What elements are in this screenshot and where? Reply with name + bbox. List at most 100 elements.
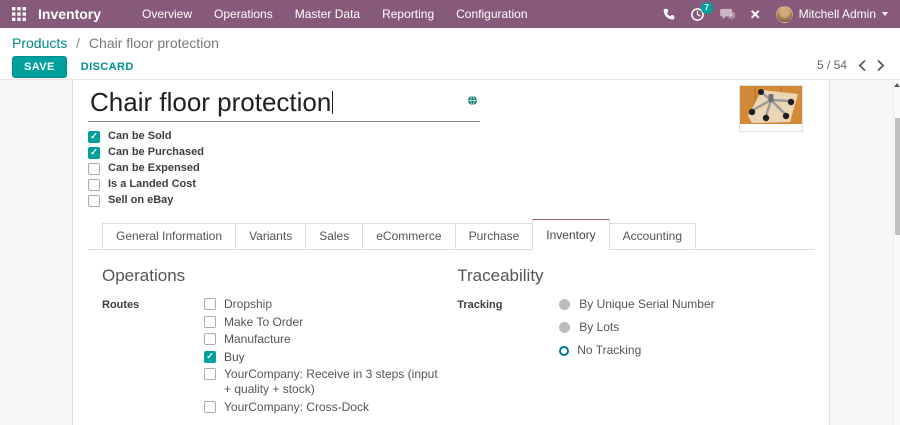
product-flag-row[interactable]: Can be Expensed xyxy=(88,162,814,175)
checkbox-icon[interactable] xyxy=(204,368,216,380)
checkbox-icon[interactable] xyxy=(88,147,100,159)
radio-icon[interactable] xyxy=(559,299,570,310)
route-checkbox-row[interactable]: Dropship xyxy=(204,297,439,312)
radio-icon[interactable] xyxy=(561,348,567,354)
checkbox-icon[interactable] xyxy=(204,401,216,413)
product-flag-row[interactable]: Is a Landed Cost xyxy=(88,178,814,191)
radio-label: By Lots xyxy=(579,320,619,335)
product-flag-row[interactable]: Can be Purchased xyxy=(88,146,814,159)
checkbox-icon[interactable] xyxy=(204,351,216,363)
scroll-up-arrow-icon[interactable] xyxy=(894,83,900,87)
form-tab[interactable]: eCommerce xyxy=(362,223,455,250)
app-name[interactable]: Inventory xyxy=(38,6,101,22)
route-checkbox-row[interactable]: YourCompany: Receive in 3 steps (input +… xyxy=(204,367,439,397)
pager: 5 / 54 xyxy=(817,58,885,72)
product-name-input[interactable]: Chair floor protection xyxy=(90,87,331,117)
activity-count-badge: 7 xyxy=(701,2,713,14)
control-panel-buttons: SAVE DISCARD xyxy=(12,56,888,78)
form-tab[interactable]: Purchase xyxy=(455,223,534,250)
route-checkbox-row[interactable]: YourCompany: Cross-Dock xyxy=(204,400,439,415)
chevron-left-icon xyxy=(858,60,866,71)
messages-icon[interactable] xyxy=(720,8,735,21)
route-label: Buy xyxy=(224,350,245,365)
product-flag-row[interactable]: Sell on eBay xyxy=(88,194,814,207)
messages-glyph xyxy=(720,8,735,21)
route-label: Manufacture xyxy=(224,332,291,347)
form-tab-label: General Information xyxy=(116,229,222,243)
breadcrumb: Products / Chair floor protection xyxy=(12,35,888,51)
top-menu-item[interactable]: Reporting xyxy=(371,0,445,28)
checkbox-icon[interactable] xyxy=(88,195,100,207)
checkbox-icon[interactable] xyxy=(204,298,216,310)
checkbox-label: Can be Sold xyxy=(108,130,172,143)
top-menu-item[interactable]: Master Data xyxy=(284,0,371,28)
phone-glyph xyxy=(662,8,675,21)
route-checkbox-row[interactable]: Buy xyxy=(204,350,439,365)
checkbox-label: Sell on eBay xyxy=(108,194,173,207)
activity-clock-icon[interactable]: 7 xyxy=(690,7,705,22)
route-checkbox-row[interactable]: Manufacture xyxy=(204,332,439,347)
tracking-options: By Unique Serial Number By Lots No Track… xyxy=(559,297,714,366)
save-button[interactable]: SAVE xyxy=(12,56,67,78)
form-tab-label: eCommerce xyxy=(376,229,441,243)
translate-globe-icon[interactable] xyxy=(468,92,477,110)
form-tab[interactable]: General Information xyxy=(102,223,236,250)
form-view-area: Chair floor protection Can be Sold Can b… xyxy=(0,80,900,425)
tools-icon[interactable]: ✕ xyxy=(750,8,761,21)
pager-value: 5 / 54 xyxy=(817,58,847,72)
apps-grid-glyph xyxy=(12,7,26,21)
checkbox-label: Can be Purchased xyxy=(108,146,204,159)
control-panel: Products / Chair floor protection SAVE D… xyxy=(0,28,900,80)
form-tab[interactable]: Sales xyxy=(305,223,363,250)
tracking-field-row: Tracking By Unique Serial Number By Lots xyxy=(457,297,814,366)
discard-button[interactable]: DISCARD xyxy=(81,61,134,73)
product-name-field[interactable]: Chair floor protection xyxy=(88,87,480,122)
checkbox-icon[interactable] xyxy=(88,179,100,191)
routes-field-row: Routes Dropship Make To Order xyxy=(102,297,439,417)
route-label: YourCompany: Receive in 3 steps (input +… xyxy=(224,367,439,397)
topbar-right: 7 ✕ Mitchell Admin xyxy=(662,6,888,23)
radio-icon[interactable] xyxy=(559,322,570,333)
routes-list: Dropship Make To Order Manufacture xyxy=(204,297,439,417)
top-menu-item[interactable]: Configuration xyxy=(445,0,538,28)
checkbox-icon[interactable] xyxy=(88,131,100,143)
phone-icon[interactable] xyxy=(662,8,675,21)
scrollbar-thumb[interactable] xyxy=(895,118,900,235)
traceability-heading: Traceability xyxy=(457,266,814,286)
radio-label: By Unique Serial Number xyxy=(579,297,714,312)
checkbox-icon[interactable] xyxy=(204,316,216,328)
text-cursor xyxy=(332,91,333,114)
tracking-radio-row[interactable]: No Tracking xyxy=(559,343,714,358)
operations-heading: Operations xyxy=(102,266,439,286)
operations-group: Operations Routes Dropship xyxy=(102,250,439,425)
inventory-tab-content: Operations Routes Dropship xyxy=(88,250,814,425)
tracking-label: Tracking xyxy=(457,297,559,366)
checkbox-label: Can be Expensed xyxy=(108,162,200,175)
pager-next-button[interactable] xyxy=(877,60,885,71)
tracking-radio-row[interactable]: By Lots xyxy=(559,320,714,335)
form-tab-label: Sales xyxy=(319,229,349,243)
chevron-down-icon xyxy=(882,12,888,16)
form-tab[interactable]: Variants xyxy=(235,223,306,250)
route-checkbox-row[interactable]: Make To Order xyxy=(204,315,439,330)
pager-prev-button[interactable] xyxy=(858,60,866,71)
form-tab[interactable]: Inventory xyxy=(532,219,609,250)
product-image[interactable] xyxy=(739,85,803,132)
breadcrumb-current: Chair floor protection xyxy=(89,35,219,51)
product-form-sheet: Chair floor protection Can be Sold Can b… xyxy=(72,80,830,425)
form-tab[interactable]: Accounting xyxy=(609,223,696,250)
apps-grid-icon[interactable] xyxy=(10,5,28,23)
top-menu-item[interactable]: Operations xyxy=(203,0,284,28)
checkbox-icon[interactable] xyxy=(204,333,216,345)
chevron-right-icon xyxy=(877,60,885,71)
user-menu[interactable]: Mitchell Admin xyxy=(776,6,888,23)
breadcrumb-products-link[interactable]: Products xyxy=(12,35,67,51)
scrollbar[interactable] xyxy=(893,80,900,425)
traceability-group: Traceability Tracking By Unique Serial N… xyxy=(457,250,814,425)
product-flag-row[interactable]: Can be Sold xyxy=(88,130,814,143)
globe-glyph xyxy=(468,96,477,105)
checkbox-icon[interactable] xyxy=(88,163,100,175)
tracking-radio-row[interactable]: By Unique Serial Number xyxy=(559,297,714,312)
form-tabs: General Information Variants Sales eComm… xyxy=(88,219,814,250)
top-menu-item[interactable]: Overview xyxy=(131,0,203,28)
